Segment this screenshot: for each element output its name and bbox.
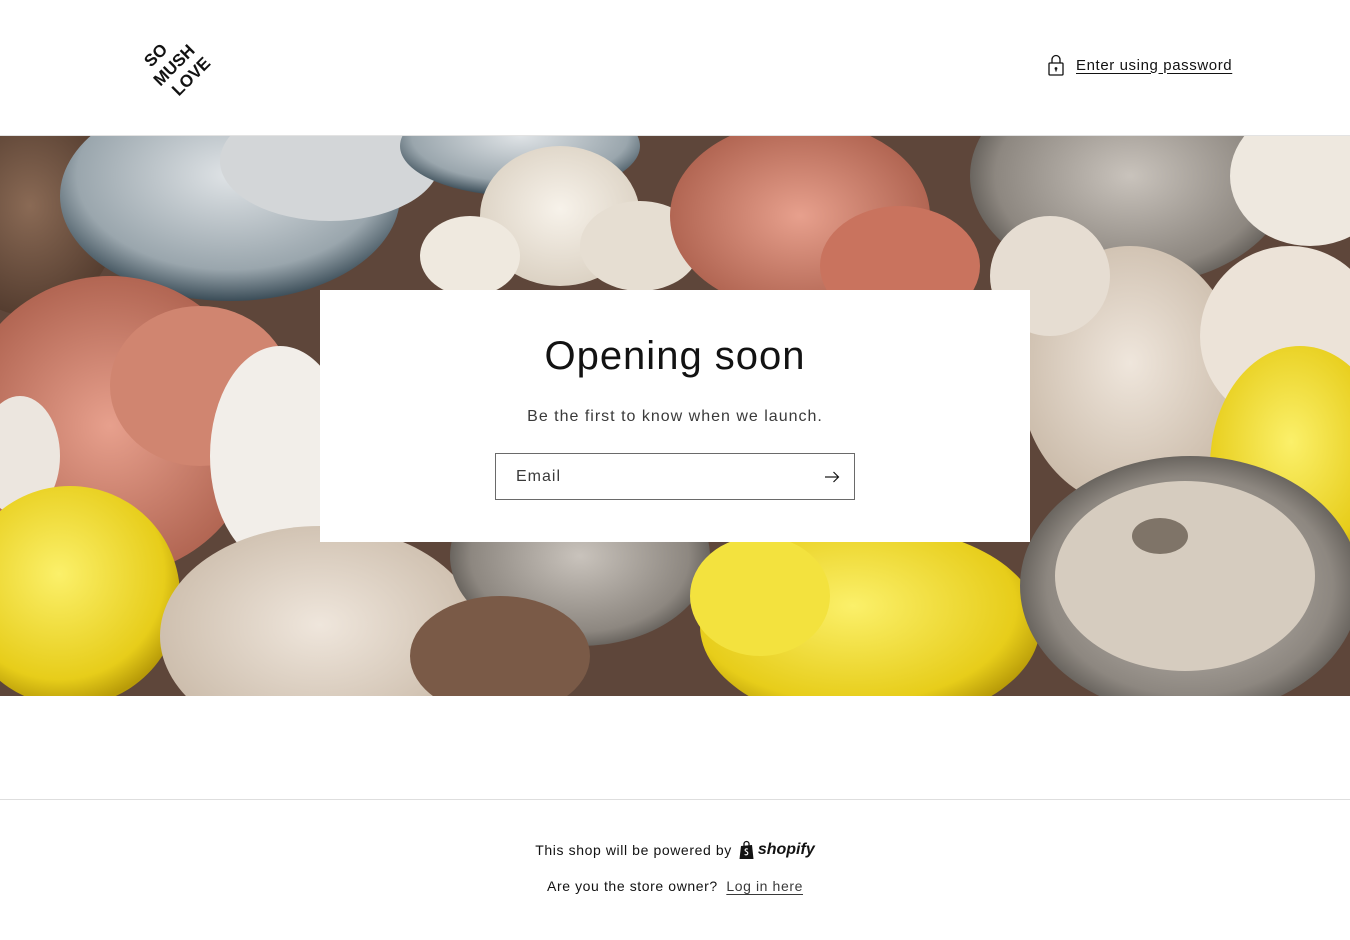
opening-soon-card: Opening soon Be the first to know when w… xyxy=(320,290,1030,542)
shopify-wordmark: shopify xyxy=(757,841,815,858)
page-subtitle: Be the first to know when we launch. xyxy=(527,408,823,425)
store-owner-question: Are you the store owner? xyxy=(547,878,718,894)
email-field[interactable] xyxy=(496,454,816,499)
enter-password-label[interactable]: Enter using password xyxy=(1076,57,1232,74)
shopify-logo-link[interactable]: shopify xyxy=(738,840,815,860)
enter-password-link[interactable]: Enter using password xyxy=(1046,52,1232,78)
subscribe-submit-button[interactable] xyxy=(810,454,854,499)
hero-banner: Opening soon Be the first to know when w… xyxy=(0,136,1350,696)
shopify-bag-icon xyxy=(739,840,754,859)
site-header: SO MUSH LOVE Enter using password xyxy=(0,0,1350,136)
store-owner-line: Are you the store owner? Log in here xyxy=(0,878,1350,894)
powered-by-shopify: This shop will be powered by shopify xyxy=(0,840,1350,860)
newsletter-form xyxy=(495,453,855,500)
login-link[interactable]: Log in here xyxy=(726,878,803,894)
page-title: Opening soon xyxy=(544,334,806,378)
brand-logo[interactable]: SO MUSH LOVE xyxy=(140,26,212,108)
footer-divider xyxy=(0,799,1350,800)
logo-mark: SO MUSH LOVE xyxy=(140,40,212,100)
powered-by-text: This shop will be powered by xyxy=(535,842,732,858)
arrow-right-icon xyxy=(825,471,840,482)
lock-icon xyxy=(1046,53,1066,77)
